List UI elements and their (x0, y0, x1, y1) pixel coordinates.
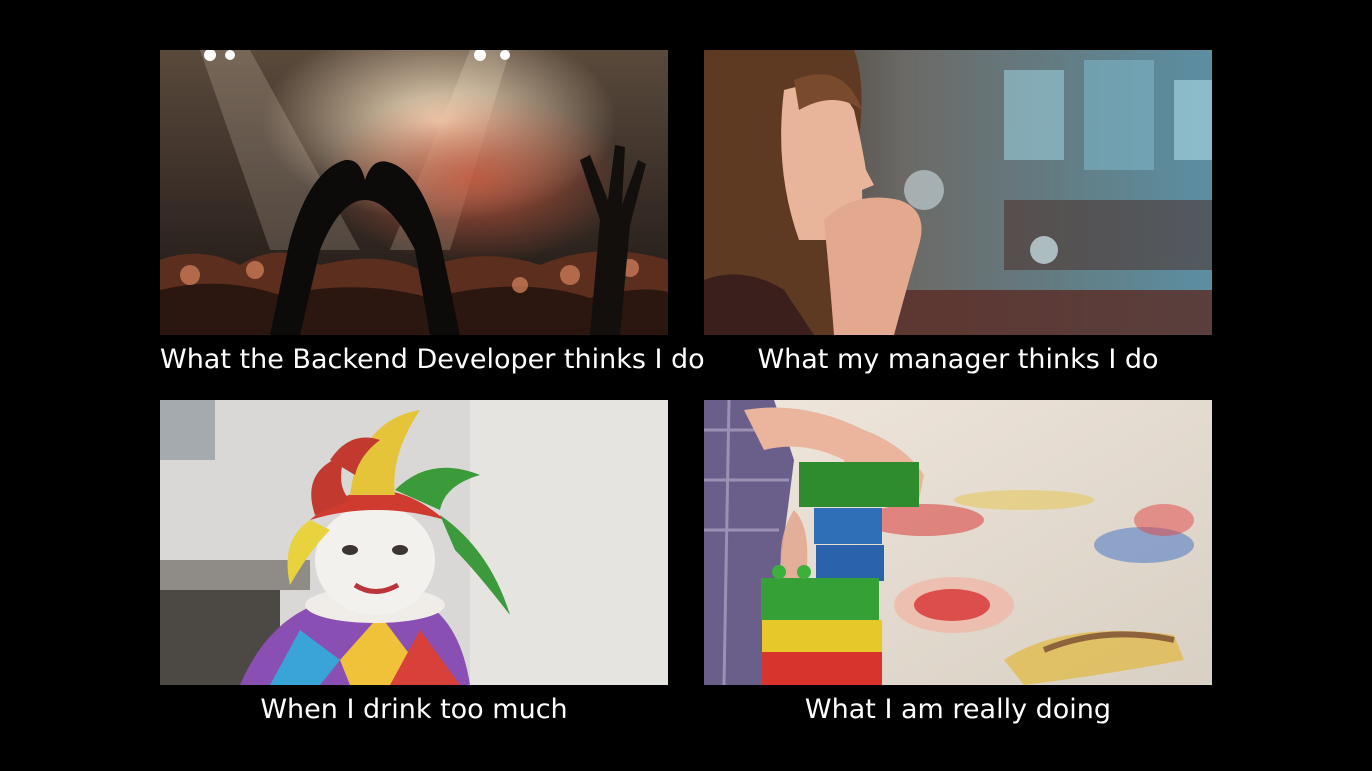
woman-thinking-photo (704, 50, 1212, 335)
panel-caption: What the Backend Developer thinks I do (160, 344, 705, 375)
concert-crowd-photo (160, 50, 668, 335)
jester-clown-photo (160, 400, 668, 685)
panel-caption: What my manager thinks I do (757, 344, 1159, 375)
panel-caption: What I am really doing (804, 694, 1112, 725)
child-blocks-photo (704, 400, 1212, 685)
panel-caption: When I drink too much (260, 694, 568, 725)
